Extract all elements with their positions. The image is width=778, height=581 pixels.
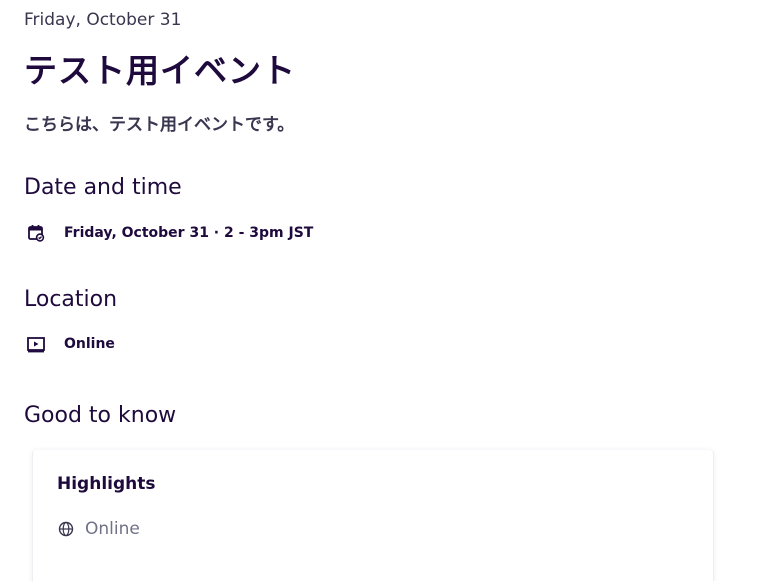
date-and-time-row: Friday, October 31 · 2 - 3pm JST — [24, 221, 313, 245]
event-date-label: Friday, October 31 — [24, 10, 182, 30]
highlight-item: Online — [57, 519, 140, 539]
event-page: Friday, October 31 テスト用イベント こちらは、テスト用イベン… — [0, 0, 778, 581]
highlights-card: Highlights Online — [32, 450, 714, 581]
highlights-title: Highlights — [57, 474, 156, 494]
good-to-know-heading: Good to know — [24, 403, 177, 428]
location-heading: Location — [24, 287, 118, 312]
online-video-icon — [24, 332, 48, 356]
date-and-time-heading: Date and time — [24, 175, 182, 200]
location-value: Online — [64, 336, 115, 352]
highlight-label: Online — [85, 519, 140, 539]
globe-icon — [57, 520, 75, 538]
location-row: Online — [24, 332, 115, 356]
event-title: テスト用イベント — [24, 51, 296, 90]
calendar-icon — [24, 221, 48, 245]
date-and-time-value: Friday, October 31 · 2 - 3pm JST — [64, 225, 314, 241]
event-summary: こちらは、テスト用イベントです。 — [24, 115, 295, 135]
